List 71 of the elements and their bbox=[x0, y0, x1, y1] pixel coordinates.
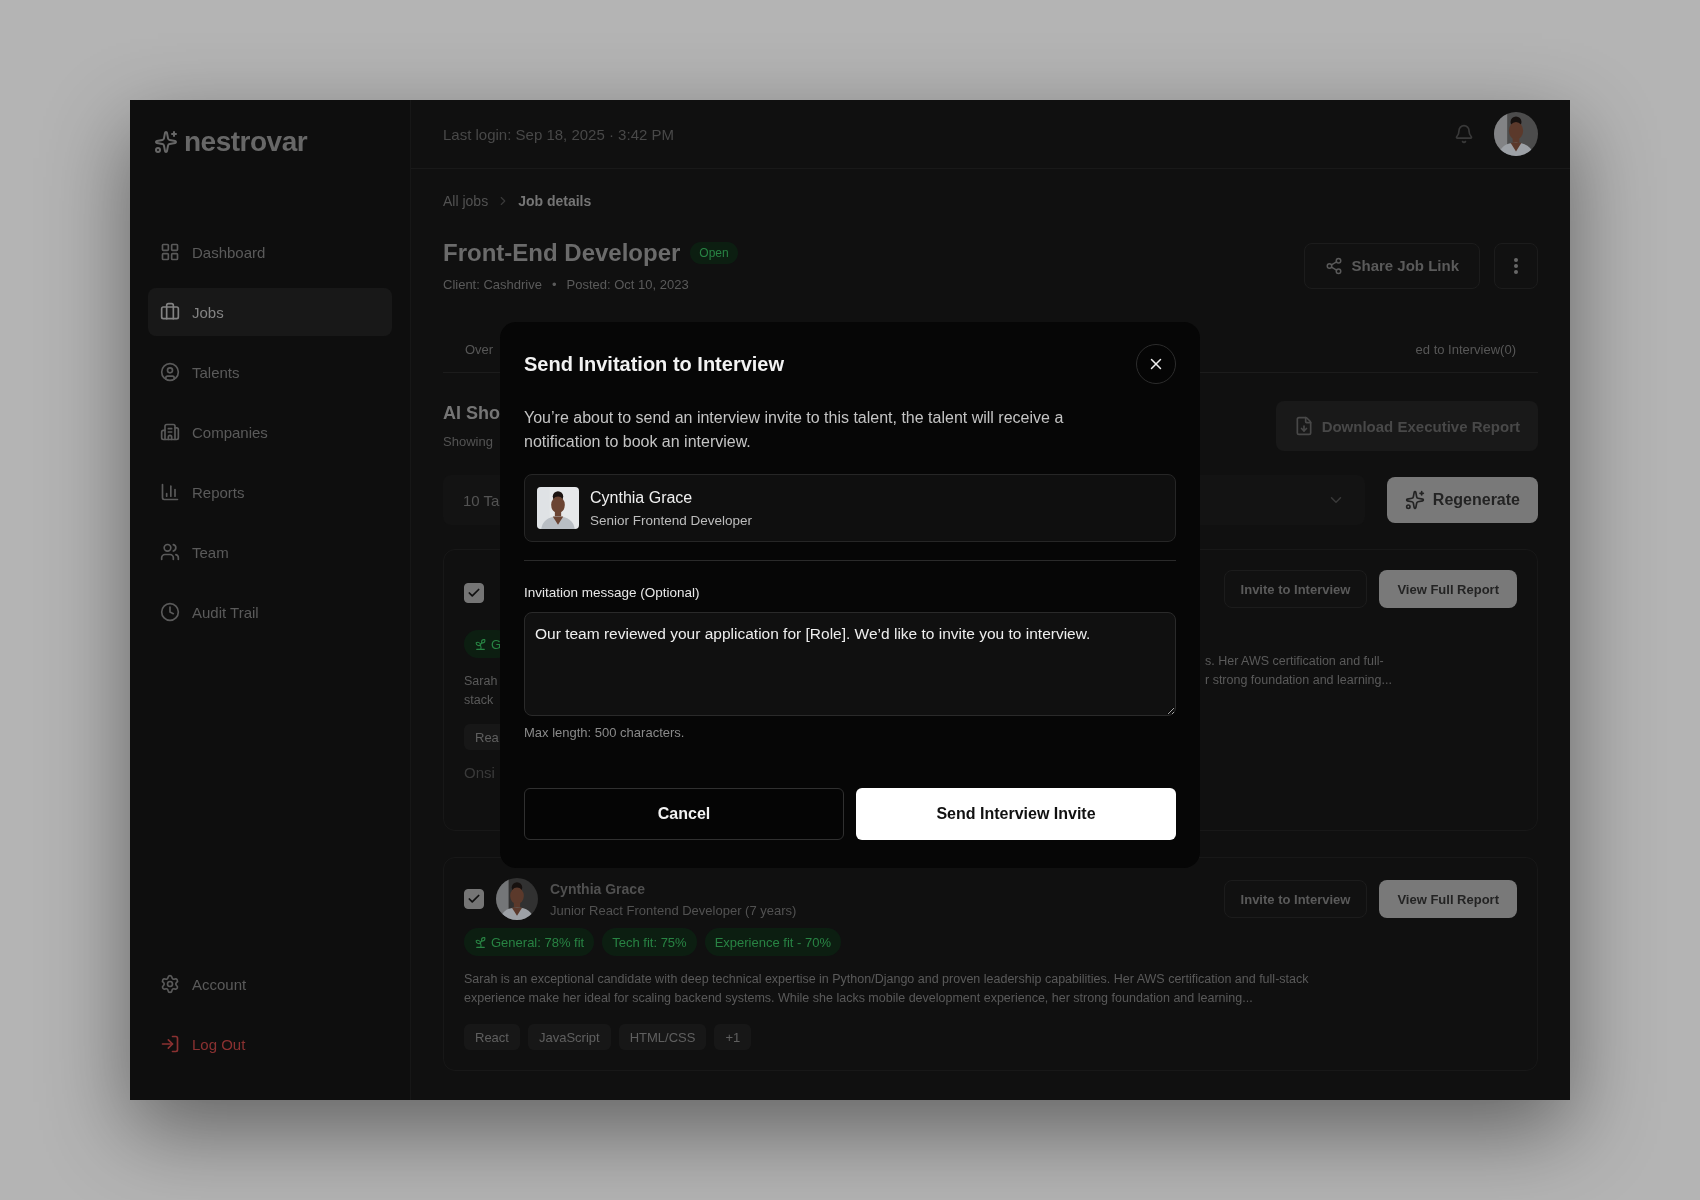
nav-icon bbox=[160, 482, 180, 502]
nav-item[interactable]: Dashboard bbox=[148, 228, 392, 276]
separator-dot: • bbox=[552, 277, 557, 292]
message-field[interactable]: Our team reviewed your application for [Role]. We’d like to invite you to interview. bbox=[524, 612, 1176, 716]
fit-badge: Tech fit: 75% bbox=[602, 928, 697, 956]
share-icon bbox=[1325, 256, 1344, 275]
summary-text: s. Her AWS certification and full- bbox=[1205, 653, 1385, 670]
check-icon bbox=[467, 586, 481, 600]
last-login-text: Last login: Sep 18, 2025 · 3:42 PM bbox=[443, 125, 674, 143]
settings-icon bbox=[160, 974, 180, 994]
nav-icon bbox=[160, 542, 180, 562]
summary-text: Sarah bbox=[464, 673, 498, 690]
regenerate-button[interactable]: Regenerate bbox=[1386, 477, 1538, 523]
logo-icon bbox=[154, 130, 178, 154]
skill-tag: +1 bbox=[714, 1024, 752, 1050]
posted-text: Posted: Oct 10, 2023 bbox=[566, 277, 689, 292]
talent-role: Senior Frontend Developer bbox=[590, 512, 753, 528]
breadcrumb-current: Job details bbox=[518, 193, 592, 209]
status-badge: Open bbox=[690, 242, 738, 264]
invite-button[interactable]: Invite to Interview bbox=[1223, 570, 1368, 608]
hint-text: Max length: 500 characters. bbox=[524, 725, 686, 740]
nav-item[interactable]: Companies bbox=[148, 408, 392, 456]
nav-item[interactable]: Reports bbox=[148, 468, 392, 516]
nav-icon bbox=[160, 302, 180, 322]
view-report-button[interactable]: View Full Report bbox=[1379, 570, 1517, 608]
field-label: Invitation message (Optional) bbox=[524, 585, 701, 600]
client-text: Client: Cashdrive bbox=[443, 277, 542, 292]
send-invite-button[interactable]: Send Interview Invite bbox=[856, 788, 1176, 840]
nav-icon bbox=[160, 242, 180, 262]
nav-icon bbox=[160, 422, 180, 442]
skill-tag: JavaScript bbox=[527, 1024, 611, 1050]
nav-icon bbox=[160, 362, 180, 382]
skill-tag: HTML/CSS bbox=[618, 1024, 707, 1050]
candidate-name: Cynthia Grace bbox=[550, 880, 646, 897]
check-icon bbox=[467, 892, 481, 906]
candidate-role: Junior React Frontend Developer (7 years) bbox=[550, 902, 797, 918]
logout-item[interactable]: Log Out bbox=[148, 1020, 392, 1068]
fit-badge: General: 78% fit bbox=[464, 928, 595, 956]
nav-item[interactable]: Team bbox=[148, 528, 392, 576]
logo: nestrovar bbox=[184, 126, 308, 158]
section-title: AI Sho bbox=[443, 403, 500, 424]
checkbox[interactable] bbox=[464, 889, 484, 909]
view-report-button[interactable]: View Full Report bbox=[1379, 880, 1517, 918]
summary-text: r strong foundation and learning... bbox=[1205, 672, 1393, 689]
share-button[interactable]: Share Job Link bbox=[1304, 242, 1480, 289]
dialog-title: Send Invitation to Interview bbox=[524, 352, 785, 376]
job-title: Front-End Developer bbox=[443, 239, 681, 267]
nav-item[interactable]: Jobs bbox=[148, 288, 392, 336]
dialog-description: You’re about to send an interview invite to this talent, the talent will receive a notification to book an interview. bbox=[524, 408, 1065, 452]
logout-icon bbox=[160, 1034, 180, 1054]
tab[interactable]: Over bbox=[465, 341, 494, 359]
checkbox[interactable] bbox=[464, 583, 484, 603]
sprout-icon bbox=[474, 637, 487, 651]
talent-name: Cynthia Grace bbox=[590, 488, 694, 507]
summary-text: stack bbox=[464, 692, 495, 709]
fit-badge: Experience fit - 70% bbox=[704, 928, 841, 956]
breadcrumb-link[interactable]: All jobs bbox=[443, 193, 489, 209]
nav-item[interactable]: Audit Trail bbox=[148, 588, 392, 636]
sparkle-icon bbox=[1404, 490, 1425, 510]
more-icon bbox=[1514, 257, 1518, 274]
close-button[interactable] bbox=[1136, 344, 1176, 384]
sprout-icon bbox=[474, 935, 487, 949]
nav-item[interactable]: Account bbox=[148, 960, 392, 1008]
nav-icon bbox=[160, 602, 180, 622]
summary-text: Sarah is an exceptional candidate with deep technical expertise in Python/Django and proven leadership capabilities. Her AWS certification and full-stack experience make her ideal for scaling backend systems. While she lacks mobile development experience, her strong foundation and learning... bbox=[464, 971, 1310, 1007]
cancel-button[interactable]: Cancel bbox=[524, 788, 844, 840]
nav-item[interactable]: Talents bbox=[148, 348, 392, 396]
skill-tag: React bbox=[464, 1024, 520, 1050]
section-subtitle: Showing bbox=[443, 434, 494, 449]
invite-button[interactable]: Invite to Interview bbox=[1223, 880, 1368, 918]
tab[interactable]: ed to Interview(0) bbox=[1415, 341, 1516, 359]
